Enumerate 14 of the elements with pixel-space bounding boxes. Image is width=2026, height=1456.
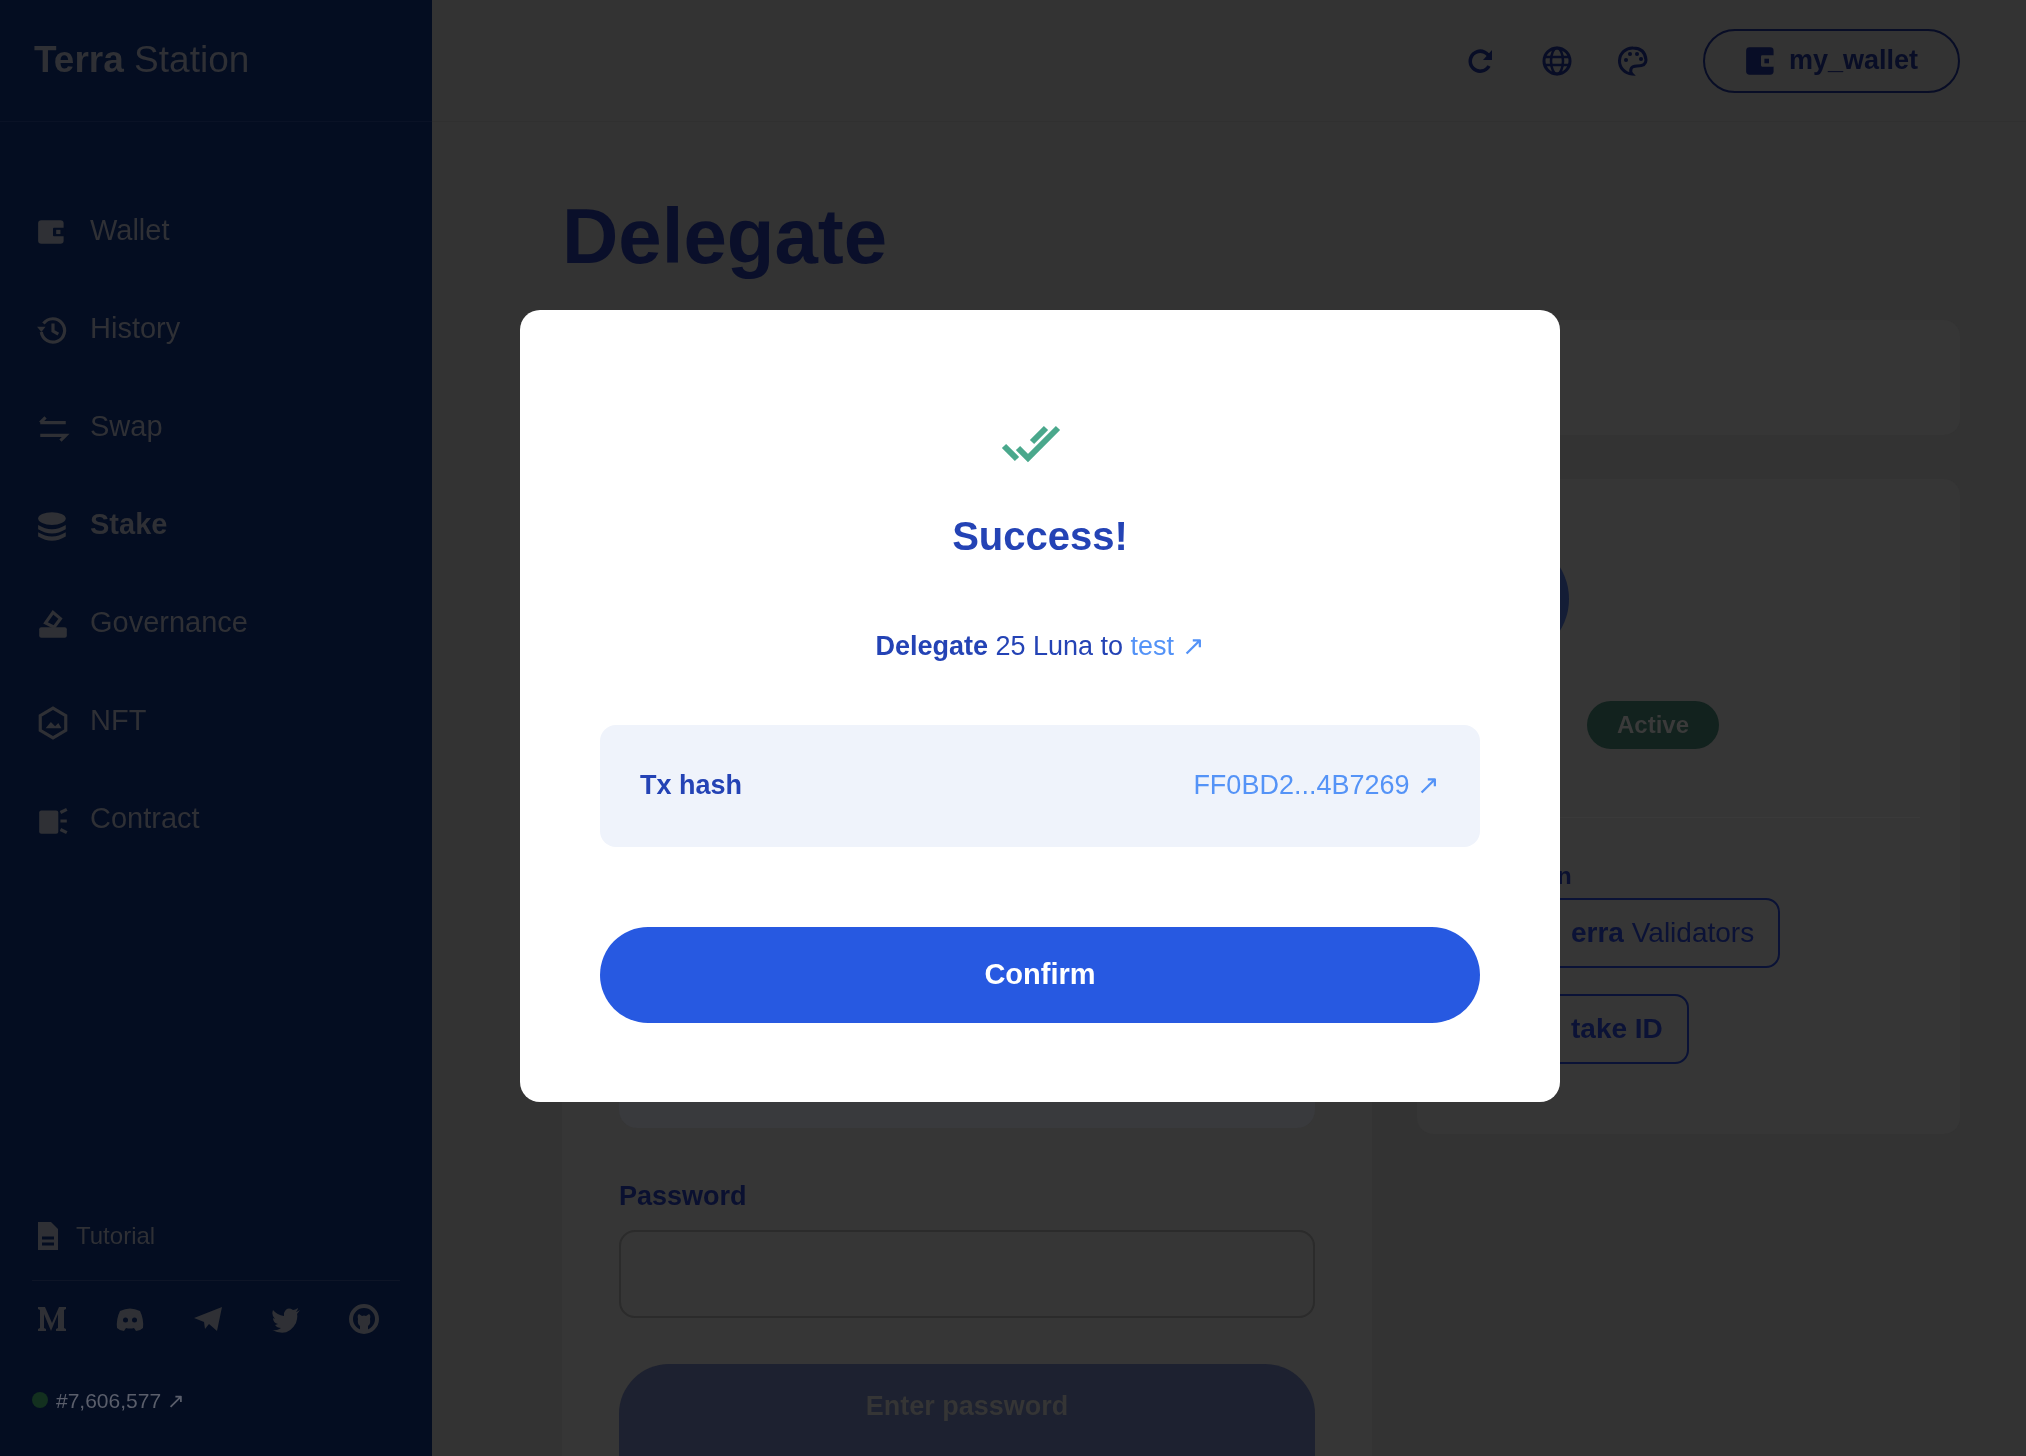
globe-icon[interactable] — [1540, 44, 1573, 77]
palette-icon[interactable] — [1616, 44, 1649, 77]
tx-hash-link[interactable]: FF0BD2...4B7269 ↗ — [1193, 765, 1440, 806]
status-dot — [32, 1392, 48, 1409]
dialog-title: Success! — [952, 513, 1128, 560]
hexagon-image-icon — [36, 705, 70, 740]
result-message: Delegate 25 Luna to test ↗ — [875, 630, 1205, 663]
github-icon[interactable] — [348, 1302, 380, 1335]
confirm-button[interactable]: Confirm — [600, 926, 1480, 1023]
tx-hash-label: Tx hash — [640, 769, 743, 803]
document-icon — [36, 1219, 60, 1252]
wallet-icon — [1744, 44, 1777, 77]
block-height-link[interactable]: #7,606,577 ↗ — [56, 1384, 185, 1416]
validator-link[interactable]: test ↗ — [1130, 631, 1205, 661]
